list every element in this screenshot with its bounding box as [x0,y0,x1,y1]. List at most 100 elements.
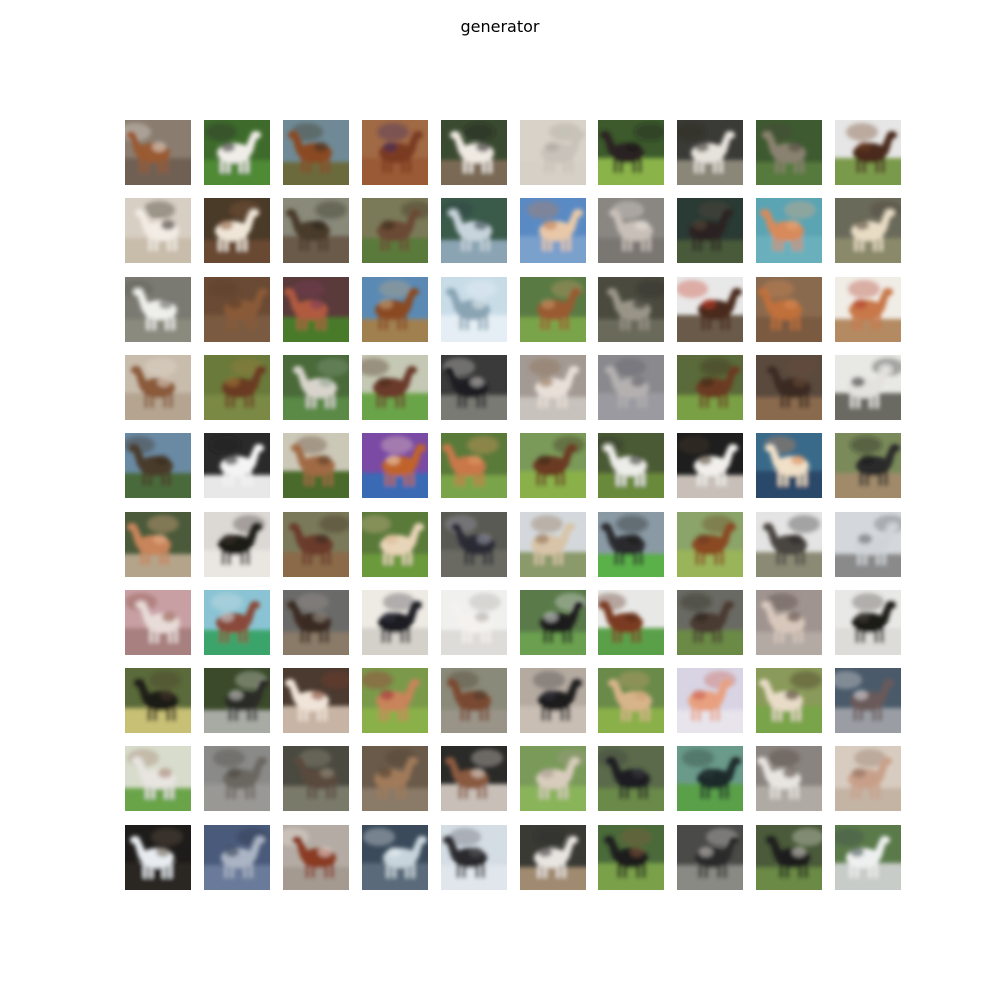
sample-tile [598,590,664,655]
sample-tile [598,277,664,342]
sample-tile [283,355,349,420]
sample-tile [598,355,664,420]
generated-samples-grid [125,120,901,890]
sample-tile [204,120,270,185]
sample-tile [677,668,743,733]
sample-tile [835,590,901,655]
sample-tile [362,120,428,185]
sample-tile [835,277,901,342]
sample-tile [677,433,743,498]
sample-tile [677,825,743,890]
sample-tile [677,512,743,577]
sample-tile [835,433,901,498]
sample-tile [204,746,270,811]
sample-tile [125,590,191,655]
sample-tile [756,433,822,498]
sample-tile [677,277,743,342]
sample-tile [283,512,349,577]
sample-tile [598,668,664,733]
sample-tile [125,825,191,890]
sample-tile [441,512,507,577]
sample-tile [125,355,191,420]
sample-tile [362,433,428,498]
sample-tile [598,825,664,890]
sample-tile [598,746,664,811]
sample-tile [520,120,586,185]
sample-tile [362,277,428,342]
sample-tile [520,590,586,655]
sample-tile [520,668,586,733]
sample-tile [204,277,270,342]
sample-tile [677,120,743,185]
sample-tile [756,746,822,811]
sample-tile [125,512,191,577]
sample-tile [520,198,586,263]
sample-tile [520,355,586,420]
sample-tile [204,355,270,420]
sample-tile [204,433,270,498]
sample-tile [520,512,586,577]
sample-tile [756,512,822,577]
sample-tile [598,512,664,577]
sample-tile [756,277,822,342]
sample-tile [362,590,428,655]
sample-tile [125,277,191,342]
sample-tile [204,825,270,890]
sample-tile [362,512,428,577]
sample-tile [835,746,901,811]
sample-tile [835,668,901,733]
sample-tile [362,355,428,420]
sample-tile [756,355,822,420]
sample-tile [520,433,586,498]
sample-tile [756,590,822,655]
sample-tile [125,668,191,733]
sample-tile [520,746,586,811]
sample-tile [835,825,901,890]
sample-tile [362,746,428,811]
sample-tile [204,198,270,263]
sample-tile [441,433,507,498]
sample-tile [835,198,901,263]
sample-tile [598,433,664,498]
sample-tile [125,120,191,185]
sample-tile [441,198,507,263]
sample-tile [677,590,743,655]
sample-tile [204,668,270,733]
sample-tile [283,433,349,498]
sample-tile [362,198,428,263]
sample-tile [204,590,270,655]
sample-tile [125,433,191,498]
sample-tile [756,668,822,733]
sample-tile [283,277,349,342]
sample-tile [677,746,743,811]
sample-tile [756,825,822,890]
sample-tile [677,355,743,420]
sample-tile [125,198,191,263]
sample-tile [756,120,822,185]
sample-tile [362,668,428,733]
sample-tile [598,120,664,185]
sample-tile [283,825,349,890]
sample-tile [441,277,507,342]
sample-tile [441,120,507,185]
sample-tile [441,825,507,890]
sample-tile [283,746,349,811]
sample-tile [835,355,901,420]
sample-tile [283,668,349,733]
sample-tile [204,512,270,577]
sample-tile [677,198,743,263]
sample-tile [362,825,428,890]
sample-tile [756,198,822,263]
sample-tile [520,277,586,342]
sample-tile [283,120,349,185]
sample-tile [441,355,507,420]
sample-tile [835,120,901,185]
sample-tile [835,512,901,577]
sample-tile [283,198,349,263]
sample-tile [441,590,507,655]
sample-tile [125,746,191,811]
sample-tile [520,825,586,890]
figure-title: generator [460,17,540,36]
sample-tile [598,198,664,263]
sample-tile [441,668,507,733]
